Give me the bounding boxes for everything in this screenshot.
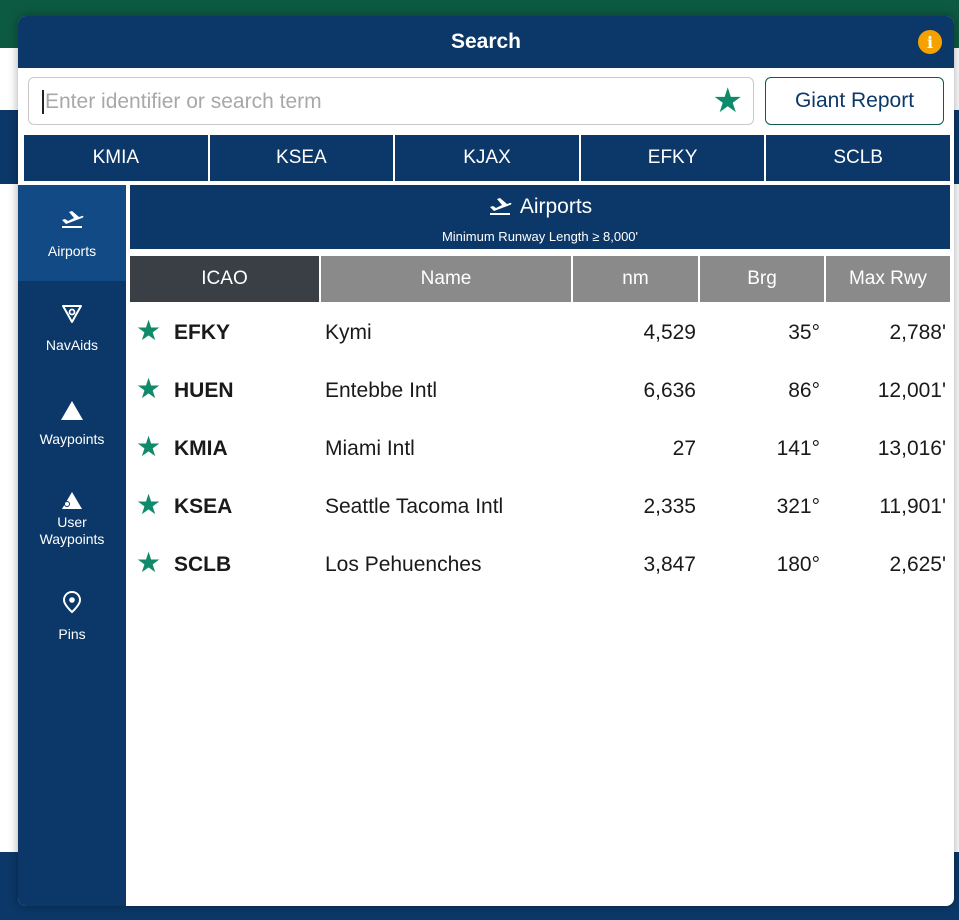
- category-filter-subtitle: Minimum Runway Length ≥ 8,000': [441, 229, 639, 244]
- cell-nm: 2,335: [643, 495, 696, 518]
- giant-report-button[interactable]: Giant Report: [765, 77, 944, 125]
- sidebar-item-label: Waypoints: [39, 431, 105, 447]
- cell-brg: 86°: [788, 379, 820, 402]
- cell-nm: 4,529: [643, 321, 696, 344]
- column-header-max-rwy[interactable]: Max Rwy: [824, 256, 950, 302]
- column-header-icao[interactable]: ICAO: [130, 256, 319, 302]
- table-row[interactable]: ★ SCLB Los Pehuenches 3,847 180° 2,625': [130, 536, 950, 594]
- pin-icon: [62, 590, 82, 614]
- info-icon[interactable]: i: [918, 30, 942, 54]
- sidebar-item-user-waypoints[interactable]: User Waypoints: [18, 490, 126, 570]
- favorite-star-icon[interactable]: ★: [136, 375, 161, 403]
- sidebar-item-airports[interactable]: Airports: [18, 185, 126, 281]
- cell-icao: HUEN: [174, 379, 234, 402]
- recent-item-kmia[interactable]: KMIA: [24, 135, 208, 181]
- recent-item-sclb[interactable]: SCLB: [764, 135, 950, 181]
- cell-max-rwy: 13,016': [877, 437, 946, 460]
- category-header: Airports Minimum Runway Length ≥ 8,000': [130, 185, 950, 249]
- table-header: ICAO Name nm Brg Max Rwy: [130, 256, 950, 302]
- column-header-nm[interactable]: nm: [571, 256, 698, 302]
- favorites-star-icon[interactable]: ★: [713, 84, 743, 118]
- navaid-icon: [62, 305, 82, 323]
- dialog-title: Search: [450, 30, 522, 53]
- table-row[interactable]: ★ EFKY Kymi 4,529 35° 2,788': [130, 304, 950, 362]
- recent-searches: KMIA KSEA KJAX EFKY SCLB: [24, 135, 950, 181]
- cell-name: Kymi: [325, 321, 372, 344]
- cell-icao: KMIA: [174, 437, 228, 460]
- cell-name: Miami Intl: [325, 437, 415, 460]
- table-row[interactable]: ★ HUEN Entebbe Intl 6,636 86° 12,001': [130, 362, 950, 420]
- recent-item-kjax[interactable]: KJAX: [393, 135, 579, 181]
- column-header-brg[interactable]: Brg: [698, 256, 824, 302]
- cell-max-rwy: 12,001': [877, 379, 946, 402]
- recent-item-efky[interactable]: EFKY: [578, 135, 765, 181]
- sidebar-item-pins[interactable]: Pins: [18, 590, 126, 660]
- cell-brg: 321°: [776, 495, 820, 518]
- cell-name: Los Pehuenches: [325, 553, 482, 576]
- category-title: Airports: [519, 195, 593, 218]
- category-sidebar: Airports NavAids Waypoints User Waypoint…: [18, 185, 126, 906]
- cell-nm: 3,847: [643, 553, 696, 576]
- sidebar-item-label: Airports: [47, 243, 97, 259]
- cell-nm: 27: [672, 437, 696, 460]
- favorite-star-icon[interactable]: ★: [136, 433, 161, 461]
- sidebar-item-navaids[interactable]: NavAids: [18, 303, 126, 373]
- recent-item-ksea[interactable]: KSEA: [207, 135, 394, 181]
- results-panel: Airports Minimum Runway Length ≥ 8,000' …: [130, 185, 950, 906]
- cell-name: Seattle Tacoma Intl: [325, 495, 504, 518]
- cell-max-rwy: 11,901': [879, 495, 946, 518]
- table-row[interactable]: ★ KSEA Seattle Tacoma Intl 2,335 321° 11…: [130, 478, 950, 536]
- cell-brg: 180°: [776, 553, 820, 576]
- favorite-star-icon[interactable]: ★: [136, 317, 161, 345]
- search-row: ★ Giant Report: [28, 77, 944, 127]
- cell-icao: EFKY: [174, 321, 231, 344]
- favorite-star-icon[interactable]: ★: [136, 491, 161, 519]
- cell-brg: 35°: [788, 321, 820, 344]
- cell-name: Entebbe Intl: [325, 379, 438, 402]
- sidebar-item-label: User Waypoints: [39, 514, 105, 547]
- results-list: ★ EFKY Kymi 4,529 35° 2,788' ★ HUEN Ente…: [130, 304, 950, 594]
- cell-max-rwy: 2,788': [889, 321, 946, 344]
- search-dialog: Search i ★ Giant Report KMIA KSEA KJAX E…: [18, 16, 954, 906]
- table-row[interactable]: ★ KMIA Miami Intl 27 141° 13,016': [130, 420, 950, 478]
- category-title-row: Airports: [130, 195, 950, 219]
- cell-nm: 6,636: [643, 379, 696, 402]
- waypoint-triangle-icon: [61, 401, 83, 420]
- sidebar-item-label: Pins: [58, 626, 86, 642]
- cell-icao: SCLB: [174, 553, 232, 576]
- airplane-departure-icon: [62, 211, 84, 228]
- sidebar-item-label: NavAids: [45, 337, 99, 353]
- column-header-name[interactable]: Name: [319, 256, 571, 302]
- favorite-star-icon[interactable]: ★: [136, 549, 161, 577]
- cell-icao: KSEA: [174, 495, 233, 518]
- search-field[interactable]: ★: [28, 77, 754, 125]
- cell-brg: 141°: [776, 437, 820, 460]
- airplane-departure-icon: [489, 198, 512, 215]
- user-waypoint-icon: [62, 492, 82, 509]
- cell-max-rwy: 2,625': [889, 553, 946, 576]
- search-input[interactable]: [43, 86, 707, 118]
- dialog-titlebar: Search i: [18, 16, 954, 68]
- sidebar-item-waypoints[interactable]: Waypoints: [18, 399, 126, 469]
